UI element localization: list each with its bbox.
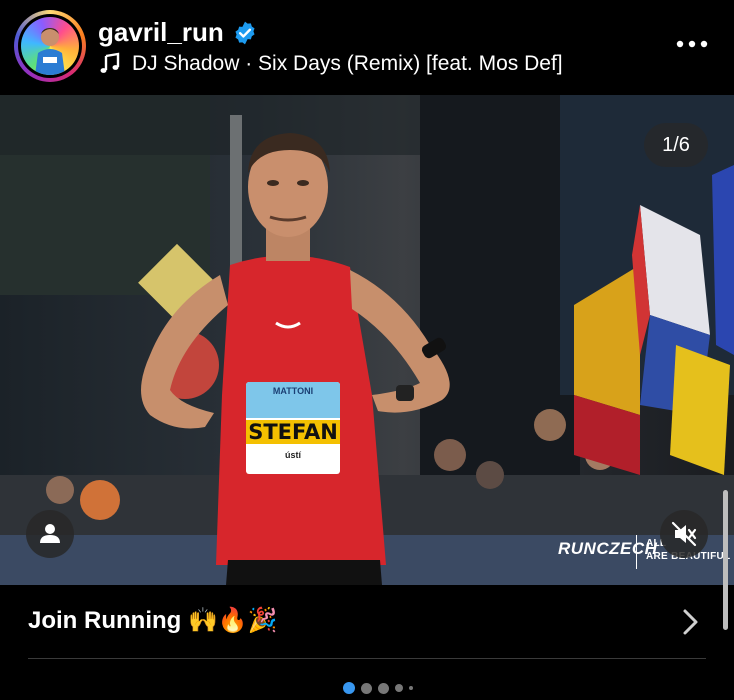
post-header: gavril_run DJ Shadow · Six Days (Remix) … [0, 0, 734, 95]
carousel-dot-active [343, 682, 355, 694]
join-running-label: Join Running 🙌🔥🎉 [28, 607, 278, 634]
verified-badge-icon [235, 21, 255, 45]
scrollbar[interactable] [723, 490, 728, 630]
carousel-dot [395, 684, 403, 692]
bib-sponsor: ústí [284, 450, 301, 460]
bib-brand: MATTONI [272, 386, 314, 396]
mute-button[interactable] [660, 510, 708, 558]
audio-track-label: DJ Shadow · Six Days (Remix) [feat. Mos … [132, 52, 563, 75]
carousel-counter: 1/6 [644, 123, 708, 167]
avatar-image [21, 17, 79, 75]
carousel-dot [378, 682, 389, 694]
carousel-dot [361, 682, 372, 694]
carousel-pagination [340, 682, 416, 694]
chevron-right-icon [683, 609, 698, 635]
divider [28, 658, 706, 659]
carousel-dot [409, 686, 413, 690]
bib-name: STEFAN [246, 420, 340, 444]
post-media[interactable]: MATTONI STEFAN ústí 1/6 RUNCZECH ALL ARE… [0, 95, 734, 585]
join-running-link[interactable]: Join Running 🙌🔥🎉 [0, 585, 734, 659]
audio-track[interactable]: DJ Shadow · Six Days (Remix) [feat. Mos … [98, 50, 563, 78]
music-note-icon [100, 52, 120, 73]
race-bib: MATTONI STEFAN ústí [246, 382, 340, 474]
person-tag-icon [40, 524, 60, 543]
watermark-divider [636, 535, 637, 569]
muted-speaker-icon [671, 521, 697, 547]
username[interactable]: gavril_run [98, 16, 224, 48]
tagged-people-button[interactable] [26, 510, 74, 558]
photo-watermark-brand: RUNCZECH [558, 539, 658, 558]
avatar-story-ring[interactable] [14, 10, 86, 82]
more-options-icon[interactable] [672, 30, 712, 58]
post-photo [0, 95, 734, 585]
avatar[interactable] [18, 14, 82, 78]
